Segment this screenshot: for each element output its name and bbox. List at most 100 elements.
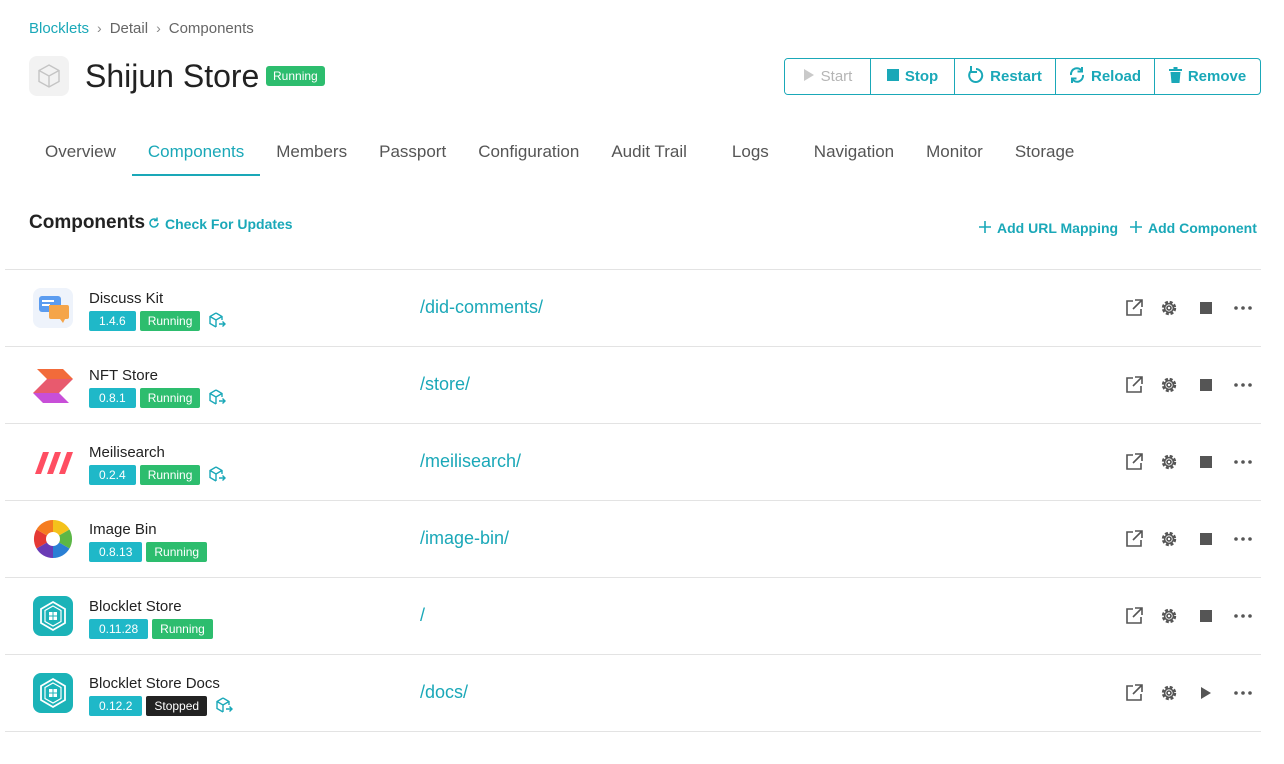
section-title: Components bbox=[29, 212, 146, 233]
component-path-link[interactable]: /image-bin/ bbox=[420, 528, 509, 549]
open-external-icon[interactable] bbox=[1123, 530, 1145, 548]
remove-label: Remove bbox=[1187, 68, 1247, 85]
check-updates-label: Check For Updates bbox=[165, 216, 293, 232]
more-icon[interactable] bbox=[1232, 614, 1254, 618]
start-label: Start bbox=[820, 68, 853, 85]
add-component-button[interactable]: Add Component bbox=[1130, 220, 1257, 236]
breadcrumb-current: Components bbox=[168, 19, 254, 37]
tab-members[interactable]: Members bbox=[260, 132, 363, 176]
component-badges: 0.2.4 Running bbox=[89, 465, 227, 485]
component-badges: 0.8.1 Running bbox=[89, 388, 227, 408]
gear-icon[interactable] bbox=[1158, 298, 1180, 318]
component-name: Discuss Kit bbox=[89, 290, 164, 307]
stop-icon[interactable] bbox=[1195, 379, 1217, 391]
page-title: Shijun Store bbox=[85, 58, 260, 94]
component-row: Meilisearch 0.2.4 Running /meilisearch/ bbox=[5, 424, 1261, 501]
status-badge: Running bbox=[139, 388, 201, 408]
component-badges: 1.4.6 Running bbox=[89, 311, 227, 331]
component-badges: 0.11.28 Running bbox=[89, 619, 213, 639]
component-path-link[interactable]: /did-comments/ bbox=[420, 297, 543, 318]
stop-icon[interactable] bbox=[1195, 302, 1217, 314]
tab-overview[interactable]: Overview bbox=[29, 132, 132, 176]
stop-icon bbox=[886, 68, 899, 85]
tab-configuration[interactable]: Configuration bbox=[462, 132, 595, 176]
add-url-mapping-button[interactable]: Add URL Mapping bbox=[979, 220, 1118, 236]
gear-icon[interactable] bbox=[1158, 529, 1180, 549]
version-badge: 0.2.4 bbox=[89, 465, 136, 485]
plus-icon bbox=[979, 220, 991, 236]
component-badges: 0.12.2 Stopped bbox=[89, 696, 234, 716]
check-updates-button[interactable]: Check For Updates bbox=[148, 216, 293, 232]
upgrade-icon[interactable] bbox=[208, 312, 227, 330]
gear-icon[interactable] bbox=[1158, 375, 1180, 395]
tab-storage[interactable]: Storage bbox=[999, 132, 1091, 176]
component-row: Image Bin 0.8.13 Running /image-bin/ bbox=[5, 501, 1261, 578]
component-name: Meilisearch bbox=[89, 444, 165, 461]
row-actions bbox=[1123, 451, 1254, 473]
open-external-icon[interactable] bbox=[1123, 453, 1145, 471]
more-icon[interactable] bbox=[1232, 460, 1254, 464]
breadcrumb-blocklets-link[interactable]: Blocklets bbox=[29, 20, 89, 37]
open-external-icon[interactable] bbox=[1123, 299, 1145, 317]
more-icon[interactable] bbox=[1232, 306, 1254, 310]
breadcrumb-separator: › bbox=[156, 20, 161, 36]
play-icon[interactable] bbox=[1195, 686, 1217, 700]
component-badges: 0.8.13 Running bbox=[89, 542, 208, 562]
stop-icon[interactable] bbox=[1195, 610, 1217, 622]
restart-button[interactable]: Restart bbox=[955, 59, 1056, 94]
open-external-icon[interactable] bbox=[1123, 607, 1145, 625]
stop-button[interactable]: Stop bbox=[871, 59, 955, 94]
tab-navigation[interactable]: Navigation bbox=[798, 132, 910, 176]
breadcrumb-detail-link[interactable]: Detail bbox=[110, 20, 148, 37]
discuss-kit-logo bbox=[33, 288, 73, 328]
status-badge: Running bbox=[152, 619, 213, 639]
nft-store-logo bbox=[33, 365, 73, 405]
blocklet-store-docs-logo bbox=[33, 673, 73, 713]
status-badge: Running bbox=[139, 465, 201, 485]
stop-icon[interactable] bbox=[1195, 456, 1217, 468]
add-url-mapping-label: Add URL Mapping bbox=[997, 220, 1119, 236]
component-path-link[interactable]: /store/ bbox=[420, 374, 470, 395]
component-row: Discuss Kit 1.4.6 Running /did-comments/ bbox=[5, 270, 1261, 347]
tab-audit-trail[interactable]: Audit Trail bbox=[595, 132, 703, 176]
reload-icon bbox=[1069, 66, 1085, 88]
upgrade-icon[interactable] bbox=[208, 389, 227, 407]
more-icon[interactable] bbox=[1232, 383, 1254, 387]
gear-icon[interactable] bbox=[1158, 606, 1180, 626]
remove-button[interactable]: Remove bbox=[1155, 59, 1260, 94]
version-badge: 0.12.2 bbox=[89, 696, 143, 716]
stop-icon[interactable] bbox=[1195, 533, 1217, 545]
start-button[interactable]: Start bbox=[785, 59, 871, 94]
status-badge: Running bbox=[139, 311, 201, 331]
gear-icon[interactable] bbox=[1158, 452, 1180, 472]
open-external-icon[interactable] bbox=[1123, 376, 1145, 394]
row-actions bbox=[1123, 682, 1254, 704]
component-name: Image Bin bbox=[89, 521, 157, 538]
open-external-icon[interactable] bbox=[1123, 684, 1145, 702]
more-icon[interactable] bbox=[1232, 537, 1254, 541]
row-actions bbox=[1123, 374, 1254, 396]
play-icon bbox=[803, 68, 815, 86]
component-path-link[interactable]: / bbox=[420, 605, 425, 626]
stop-label: Stop bbox=[904, 68, 939, 85]
version-badge: 0.11.28 bbox=[89, 619, 149, 639]
tab-passport[interactable]: Passport bbox=[363, 132, 462, 176]
component-name: NFT Store bbox=[89, 367, 158, 384]
upgrade-icon[interactable] bbox=[208, 466, 227, 484]
tab-logs[interactable]: Logs bbox=[703, 132, 798, 176]
reload-label: Reload bbox=[1090, 68, 1141, 85]
status-badge: Stopped bbox=[146, 696, 208, 716]
upgrade-icon[interactable] bbox=[215, 697, 234, 715]
version-badge: 0.8.13 bbox=[89, 542, 143, 562]
gear-icon[interactable] bbox=[1158, 683, 1180, 703]
component-path-link[interactable]: /docs/ bbox=[420, 682, 468, 703]
app-cube-icon bbox=[29, 56, 69, 96]
more-icon[interactable] bbox=[1232, 691, 1254, 695]
tab-components[interactable]: Components bbox=[131, 132, 261, 176]
status-badge: Running bbox=[146, 542, 208, 562]
component-list: Discuss Kit 1.4.6 Running /did-comments/… bbox=[5, 269, 1261, 732]
reload-button[interactable]: Reload bbox=[1056, 59, 1155, 94]
add-component-label: Add Component bbox=[1148, 220, 1257, 236]
tab-monitor[interactable]: Monitor bbox=[910, 132, 999, 176]
component-path-link[interactable]: /meilisearch/ bbox=[420, 451, 521, 472]
